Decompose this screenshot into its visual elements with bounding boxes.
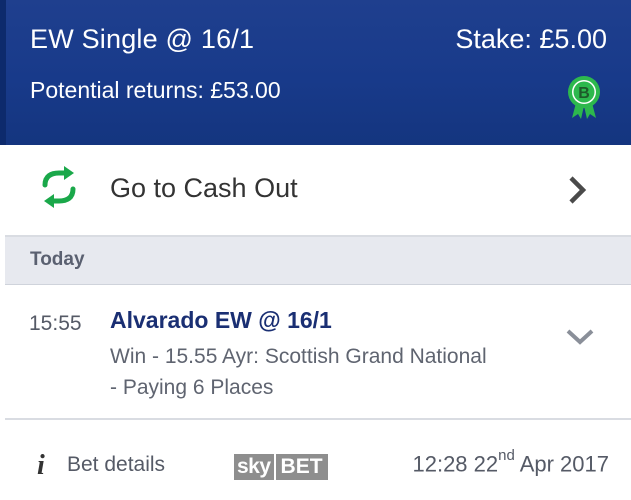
selection-name: Alvarado EW @ 16/1 <box>110 307 332 333</box>
market-description: Win - 15.55 Ayr: Scottish Grand National… <box>110 341 550 403</box>
logo-sky-text: sky <box>234 454 274 480</box>
bet-type-title: EW Single @ 16/1 <box>30 24 255 54</box>
cash-out-label: Go to Cash Out <box>110 173 298 203</box>
chevron-right-icon <box>569 176 587 204</box>
bet-placed-timestamp: 12:28 22nd Apr 2017 <box>412 447 609 477</box>
go-to-cash-out-row[interactable]: Go to Cash Out <box>5 145 631 237</box>
info-icon[interactable]: i <box>37 450 45 482</box>
bet-details-link[interactable]: Bet details <box>67 453 165 477</box>
cash-out-arrows-icon <box>42 166 76 208</box>
badge-letter: B <box>578 85 590 102</box>
date-group-label: Today <box>30 249 85 270</box>
stake-amount: Stake: £5.00 <box>455 24 607 54</box>
potential-returns: Potential returns: £53.00 <box>30 77 281 103</box>
timestamp-time: 12:28 22 <box>412 451 499 477</box>
skybet-logo: sky BET <box>234 454 328 480</box>
header-left-edge <box>0 0 6 145</box>
date-group-header: Today <box>5 237 631 285</box>
market-line-1: Win - 15.55 Ayr: Scottish Grand National <box>110 345 487 368</box>
rosette-badge-icon: B <box>568 76 600 119</box>
timestamp-month-year: Apr 2017 <box>514 451 609 477</box>
logo-bet-text: BET <box>275 454 328 480</box>
timestamp-day-suffix: nd <box>498 447 515 464</box>
market-line-2: - Paying 6 Places <box>110 376 274 399</box>
chevron-down-icon[interactable] <box>565 327 595 347</box>
bet-summary-header: EW Single @ 16/1 Stake: £5.00 Potential … <box>0 0 631 145</box>
race-time: 15:55 <box>29 312 82 335</box>
bet-footer: i Bet details sky BET 12:28 22nd Apr 201… <box>5 420 631 500</box>
bet-selection-row[interactable]: 15:55 Alvarado EW @ 16/1 Win - 15.55 Ayr… <box>5 285 631 420</box>
